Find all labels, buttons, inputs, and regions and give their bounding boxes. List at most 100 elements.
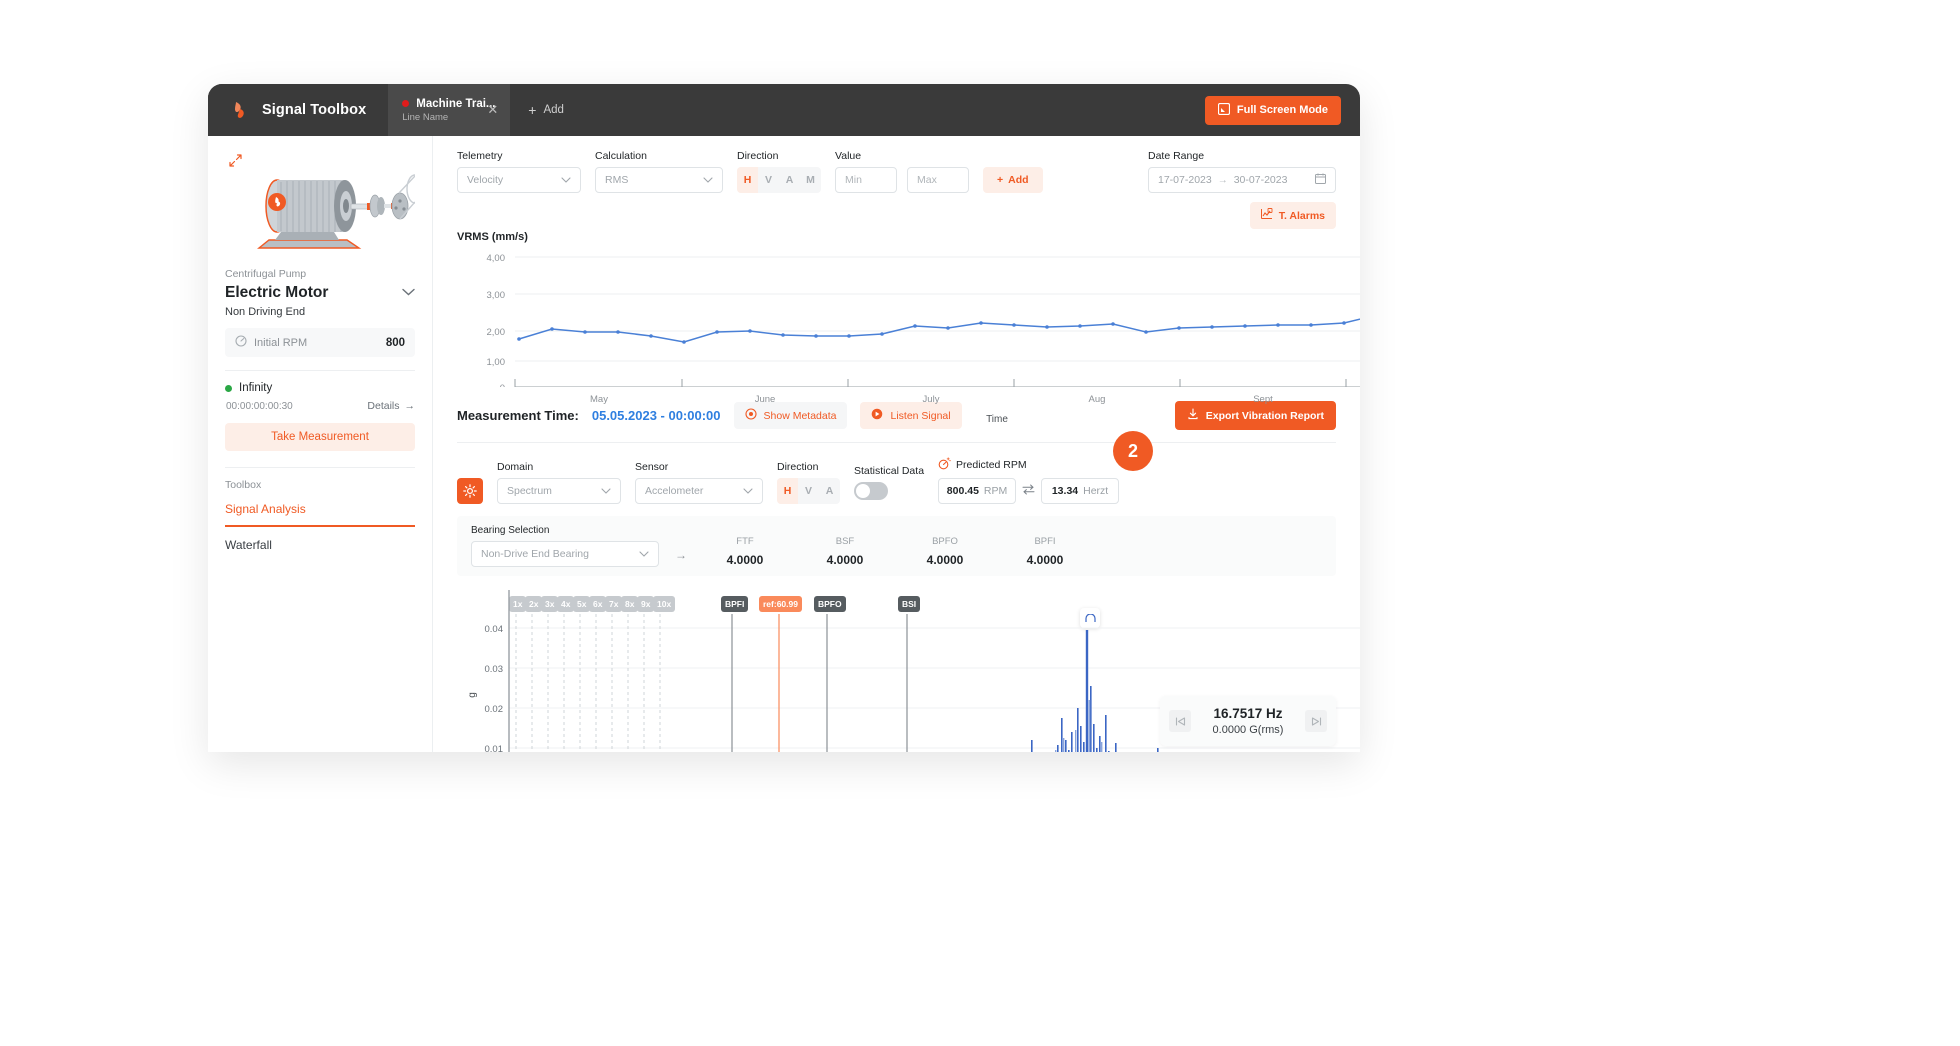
svg-text:4,00: 4,00 xyxy=(487,253,506,264)
telemetry-select[interactable]: Velocity xyxy=(457,167,581,193)
statistical-data-toggle[interactable] xyxy=(854,482,888,500)
domain-label: Domain xyxy=(497,461,534,473)
skip-previous-icon[interactable] xyxy=(1169,710,1191,732)
sensor-select[interactable]: Accelometer xyxy=(635,478,763,504)
status-row: Infinity xyxy=(225,382,415,394)
initial-rpm-label: Initial RPM xyxy=(254,336,308,349)
tab-machine-training[interactable]: Machine Trai... Line Name ✕ xyxy=(388,84,511,136)
svg-text:1,00: 1,00 xyxy=(487,357,506,368)
telemetry-group: Telemetry Velocity xyxy=(457,150,581,193)
chevron-down-icon xyxy=(743,485,753,497)
predicted-hz-input[interactable]: 13.34 Herzt xyxy=(1041,478,1120,504)
tab-top: Machine Trai... xyxy=(402,98,497,110)
statistical-data-label: Statistical Data xyxy=(854,465,925,477)
trend-chart-title: VRMS (mm/s) xyxy=(457,231,528,243)
sensor-value: Accelometer xyxy=(645,485,704,497)
sidebar-divider-2 xyxy=(225,467,415,468)
app-window: Signal Toolbox Machine Trai... Line Name… xyxy=(208,84,1360,752)
direction-option-h[interactable]: H xyxy=(737,167,758,193)
asset-illustration xyxy=(225,152,424,260)
svg-text:June: June xyxy=(755,394,776,405)
svg-text:0.02: 0.02 xyxy=(485,704,504,715)
tab-subtitle: Line Name xyxy=(402,111,449,123)
bearing-metric-ftf: FTF 4.0000 xyxy=(703,536,787,567)
spectrum-direction-label: Direction xyxy=(777,461,819,473)
direction-group: Direction H V A M xyxy=(737,150,821,193)
svg-text:July: July xyxy=(923,394,940,405)
bearing-metric-bpfo-value: 4.0000 xyxy=(926,553,964,567)
bearing-metric-ftf-value: 4.0000 xyxy=(726,553,764,567)
direction-option-a[interactable]: A xyxy=(779,167,800,193)
chevron-down-icon[interactable] xyxy=(402,287,415,299)
asset-location: Non Driving End xyxy=(225,306,306,318)
fullscreen-mode-button[interactable]: Full Screen Mode xyxy=(1204,95,1341,125)
svg-text:0.03: 0.03 xyxy=(485,664,504,675)
initial-rpm-value: 800 xyxy=(385,336,405,349)
add-tab-label: Add xyxy=(543,104,564,116)
chevron-down-icon xyxy=(601,485,611,497)
value-min-input[interactable]: Min xyxy=(835,167,897,193)
svg-text:g: g xyxy=(467,692,478,698)
details-link[interactable]: Details → xyxy=(367,400,415,412)
telemetry-value: Velocity xyxy=(467,174,504,186)
add-tab-button[interactable]: + Add xyxy=(510,84,582,136)
swap-icon[interactable] xyxy=(1022,484,1035,498)
predicted-rpm-input[interactable]: 800.45 RPM xyxy=(938,478,1017,504)
expand-arrows-icon[interactable] xyxy=(229,154,242,170)
fullscreen-icon xyxy=(1217,102,1231,118)
tab-status-dot xyxy=(402,100,410,107)
value-group: Value Min Max xyxy=(835,150,969,193)
sidebar-item-waterfall[interactable]: Waterfall xyxy=(225,527,415,561)
spectrum-direction-toggle-group: H V A xyxy=(777,478,840,504)
telemetry-filter-bar: Telemetry Velocity Calculation RMS Direc… xyxy=(457,150,1336,193)
gauge-icon xyxy=(235,335,247,350)
sensor-label: Sensor xyxy=(635,461,669,473)
calculation-value: RMS xyxy=(605,174,629,186)
date-range-input[interactable]: 17-07-2023 → 30-07-2023 xyxy=(1148,167,1336,193)
alarm-chart-icon xyxy=(1260,208,1273,223)
calculation-select[interactable]: RMS xyxy=(595,167,723,193)
arrow-right-icon: → xyxy=(1217,174,1228,186)
skip-next-icon[interactable] xyxy=(1305,710,1327,732)
direction-option-v[interactable]: V xyxy=(758,167,779,193)
header-spacer xyxy=(582,84,1205,136)
threshold-alarms-button[interactable]: T. Alarms xyxy=(1249,202,1336,229)
toggle-knob xyxy=(856,484,870,498)
bearing-select[interactable]: Non-Drive End Bearing xyxy=(471,541,659,567)
sidebar-item-signal-analysis[interactable]: Signal Analysis xyxy=(225,491,415,527)
svg-text:0.04: 0.04 xyxy=(485,624,504,635)
predicted-rpm-group: Predicted RPM 800.45 RPM 13.34 Herzt xyxy=(938,457,1120,504)
spectrum-direction-option-h[interactable]: H xyxy=(777,478,798,504)
threshold-alarms-label: T. Alarms xyxy=(1278,209,1325,222)
add-filter-button[interactable]: + Add xyxy=(983,167,1043,193)
predicted-rpm-value: 800.45 xyxy=(946,485,979,497)
gear-icon[interactable] xyxy=(457,478,483,504)
bearing-metric-bsf-name: BSF xyxy=(835,536,855,547)
bearing-metric-bsf: BSF 4.0000 xyxy=(803,536,887,567)
predicted-hz-unit: Herzt xyxy=(1083,485,1109,497)
take-measurement-button[interactable]: Take Measurement xyxy=(225,423,415,451)
date-range-label: Date Range xyxy=(1148,150,1205,162)
bearing-metric-bpfi: BPFI 4.0000 xyxy=(1003,536,1087,567)
spectrum-direction-option-a[interactable]: A xyxy=(819,478,840,504)
spectrum-direction-option-v[interactable]: V xyxy=(798,478,819,504)
direction-label: Direction xyxy=(737,150,779,162)
asset-info: Centrifugal Pump Electric Motor Non Driv… xyxy=(225,260,415,561)
body: Centrifugal Pump Electric Motor Non Driv… xyxy=(208,136,1360,752)
domain-select[interactable]: Spectrum xyxy=(497,478,621,504)
bearing-select-value: Non-Drive End Bearing xyxy=(481,548,589,560)
value-max-input[interactable]: Max xyxy=(907,167,969,193)
plus-icon: + xyxy=(997,174,1004,186)
arrow-right-icon: → xyxy=(404,400,416,412)
close-icon[interactable]: ✕ xyxy=(487,103,498,116)
asset-name-row[interactable]: Electric Motor xyxy=(225,284,415,302)
date-range-end: 30-07-2023 xyxy=(1233,174,1288,186)
calendar-icon[interactable] xyxy=(1315,173,1326,187)
svg-text:Aug: Aug xyxy=(1089,394,1106,405)
initial-rpm-left: Initial RPM xyxy=(235,335,307,350)
vrms-trend-chart[interactable]: 4,00 3,00 2,00 1,00 0 xyxy=(457,247,1360,425)
initial-rpm-row: Initial RPM 800 xyxy=(225,328,415,357)
direction-option-m[interactable]: M xyxy=(800,167,821,193)
chevron-down-icon xyxy=(639,548,649,560)
flame-logo-icon xyxy=(229,99,251,121)
